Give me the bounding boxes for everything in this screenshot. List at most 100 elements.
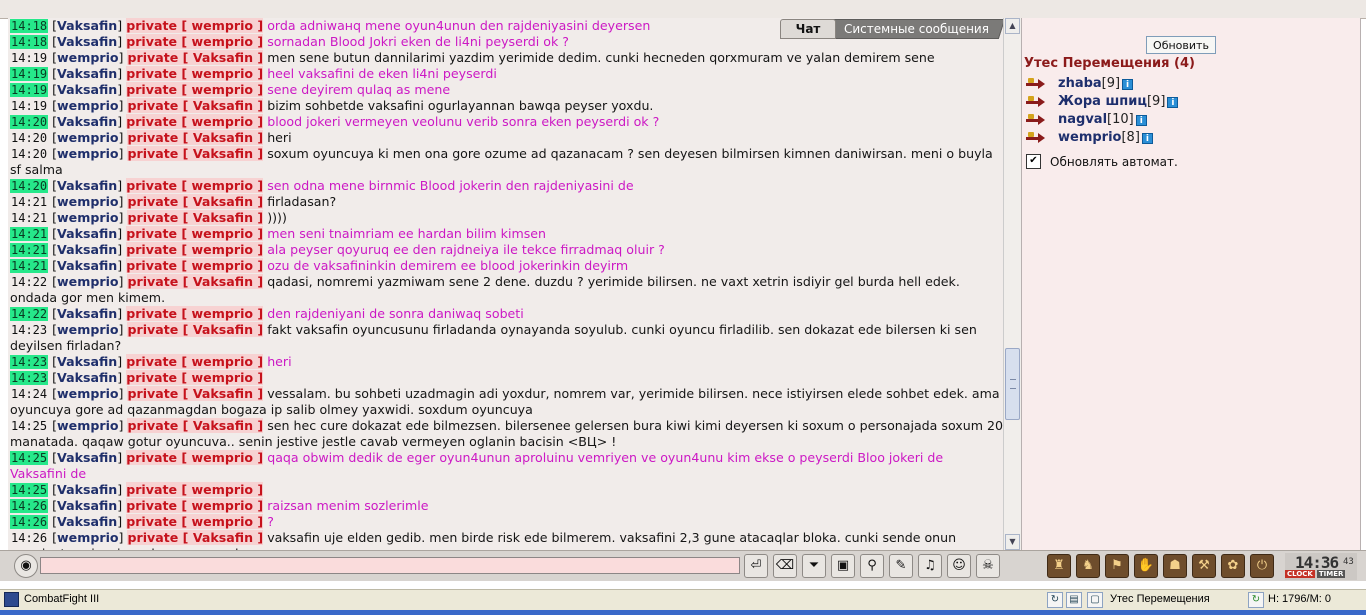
message-sender[interactable]: Vaksafin	[57, 114, 117, 129]
toolbar-button[interactable]: ♫	[918, 554, 942, 578]
private-recipient[interactable]: wemprio	[192, 178, 254, 193]
private-recipient[interactable]: wemprio	[192, 370, 254, 385]
private-tag[interactable]: private [ wemprio ]	[126, 226, 264, 241]
private-recipient[interactable]: Vaksafin	[193, 274, 253, 289]
private-message-icon[interactable]	[1026, 77, 1046, 91]
toolbar-button[interactable]: ⏎	[744, 554, 768, 578]
private-message-icon[interactable]	[1026, 131, 1046, 145]
private-tag[interactable]: private [ wemprio ]	[126, 306, 264, 321]
user-name[interactable]: wemprio	[1058, 130, 1121, 146]
user-list-item[interactable]: wemprio [8] i	[1026, 130, 1153, 146]
private-tag[interactable]: private [ wemprio ]	[126, 66, 264, 81]
user-name[interactable]: nagval	[1058, 112, 1107, 128]
game-action-button[interactable]: ♞	[1076, 554, 1100, 578]
message-sender[interactable]: Vaksafin	[57, 226, 117, 241]
private-tag[interactable]: private [ wemprio ]	[126, 18, 264, 33]
message-sender[interactable]: wemprio	[57, 98, 119, 113]
message-sender[interactable]: Vaksafin	[57, 482, 117, 497]
message-sender[interactable]: wemprio	[57, 130, 119, 145]
message-sender[interactable]: Vaksafin	[57, 498, 117, 513]
message-sender[interactable]: wemprio	[57, 194, 119, 209]
private-recipient[interactable]: Vaksafin	[193, 530, 253, 545]
chat-input[interactable]	[40, 557, 740, 574]
private-recipient[interactable]: wemprio	[192, 226, 254, 241]
tab-chat[interactable]: Чат	[780, 19, 836, 39]
message-sender[interactable]: Vaksafin	[57, 354, 117, 369]
scroll-up-icon[interactable]: ▲	[1005, 18, 1020, 34]
private-recipient[interactable]: wemprio	[192, 66, 254, 81]
message-sender[interactable]: Vaksafin	[57, 370, 117, 385]
message-sender[interactable]: Vaksafin	[57, 34, 117, 49]
message-sender[interactable]: Vaksafin	[57, 450, 117, 465]
game-action-button[interactable]: ⚒	[1192, 554, 1216, 578]
user-list-item[interactable]: zhaba [9] i	[1026, 76, 1134, 92]
private-tag[interactable]: private [ wemprio ]	[126, 482, 264, 497]
private-recipient[interactable]: Vaksafin	[193, 146, 253, 161]
private-recipient[interactable]: Vaksafin	[193, 322, 253, 337]
private-recipient[interactable]: Vaksafin	[193, 130, 253, 145]
private-recipient[interactable]: wemprio	[192, 514, 254, 529]
private-recipient[interactable]: wemprio	[192, 354, 254, 369]
user-name[interactable]: zhaba	[1058, 76, 1102, 92]
info-icon[interactable]: i	[1141, 132, 1153, 144]
private-tag[interactable]: private [ Vaksafin ]	[127, 386, 264, 401]
private-recipient[interactable]: Vaksafin	[193, 210, 253, 225]
speaker-icon[interactable]: ◉	[14, 554, 38, 578]
message-sender[interactable]: Vaksafin	[57, 242, 117, 257]
private-recipient[interactable]: wemprio	[192, 306, 254, 321]
game-action-button[interactable]: ☗	[1163, 554, 1187, 578]
timer-label[interactable]: TIMER	[1316, 570, 1346, 578]
private-recipient[interactable]: wemprio	[192, 34, 254, 49]
private-tag[interactable]: private [ Vaksafin ]	[127, 98, 264, 113]
private-recipient[interactable]: wemprio	[192, 82, 254, 97]
private-tag[interactable]: private [ Vaksafin ]	[127, 530, 264, 545]
private-recipient[interactable]: Vaksafin	[193, 386, 253, 401]
private-recipient[interactable]: wemprio	[192, 450, 254, 465]
message-sender[interactable]: Vaksafin	[57, 178, 117, 193]
game-action-button[interactable]: ✿	[1221, 554, 1245, 578]
private-recipient[interactable]: Vaksafin	[193, 98, 253, 113]
private-tag[interactable]: private [ wemprio ]	[126, 450, 264, 465]
private-tag[interactable]: private [ Vaksafin ]	[127, 210, 264, 225]
private-tag[interactable]: private [ wemprio ]	[126, 370, 264, 385]
toolbar-button[interactable]: ⚲	[860, 554, 884, 578]
scroll-down-icon[interactable]: ▼	[1005, 534, 1020, 550]
message-sender[interactable]: wemprio	[57, 210, 119, 225]
private-tag[interactable]: private [ wemprio ]	[126, 498, 264, 513]
message-sender[interactable]: wemprio	[57, 50, 119, 65]
private-tag[interactable]: private [ wemprio ]	[126, 514, 264, 529]
user-list-item[interactable]: nagval [10] i	[1026, 112, 1147, 128]
toolbar-button[interactable]: ☠	[976, 554, 1000, 578]
private-tag[interactable]: private [ Vaksafin ]	[127, 194, 264, 209]
message-sender[interactable]: Vaksafin	[57, 82, 117, 97]
private-tag[interactable]: private [ Vaksafin ]	[127, 146, 264, 161]
private-tag[interactable]: private [ Vaksafin ]	[127, 130, 264, 145]
private-message-icon[interactable]	[1026, 113, 1046, 127]
user-list-item[interactable]: Жора шпиц [9] i	[1026, 94, 1179, 110]
message-sender[interactable]: Vaksafin	[57, 514, 117, 529]
info-icon[interactable]: i	[1167, 96, 1179, 108]
clock-label[interactable]: CLOCK	[1285, 570, 1315, 578]
private-message-icon[interactable]	[1026, 95, 1046, 109]
private-recipient[interactable]: Vaksafin	[193, 50, 253, 65]
message-sender[interactable]: Vaksafin	[57, 18, 117, 33]
toolbar-button[interactable]: ▣	[831, 554, 855, 578]
info-icon[interactable]: i	[1122, 78, 1134, 90]
message-sender[interactable]: wemprio	[57, 146, 119, 161]
user-name[interactable]: Жора шпиц	[1058, 94, 1147, 110]
page-icon[interactable]: ▤	[1066, 592, 1082, 608]
private-tag[interactable]: private [ wemprio ]	[126, 178, 264, 193]
private-recipient[interactable]: wemprio	[192, 18, 254, 33]
message-sender[interactable]: wemprio	[57, 386, 119, 401]
scroll-thumb[interactable]	[1005, 348, 1020, 420]
tab-system-messages[interactable]: Системные сообщения	[826, 19, 1006, 39]
private-recipient[interactable]: wemprio	[192, 498, 254, 513]
private-recipient[interactable]: wemprio	[192, 114, 254, 129]
message-sender[interactable]: Vaksafin	[57, 306, 117, 321]
autoupdate-toggle[interactable]: ✔ Обновлять автомат.	[1026, 154, 1178, 169]
message-sender[interactable]: wemprio	[57, 274, 119, 289]
private-tag[interactable]: private [ wemprio ]	[126, 34, 264, 49]
toolbar-button[interactable]: ⌫	[773, 554, 797, 578]
message-sender[interactable]: Vaksafin	[57, 66, 117, 81]
game-action-button[interactable]: ♜	[1047, 554, 1071, 578]
